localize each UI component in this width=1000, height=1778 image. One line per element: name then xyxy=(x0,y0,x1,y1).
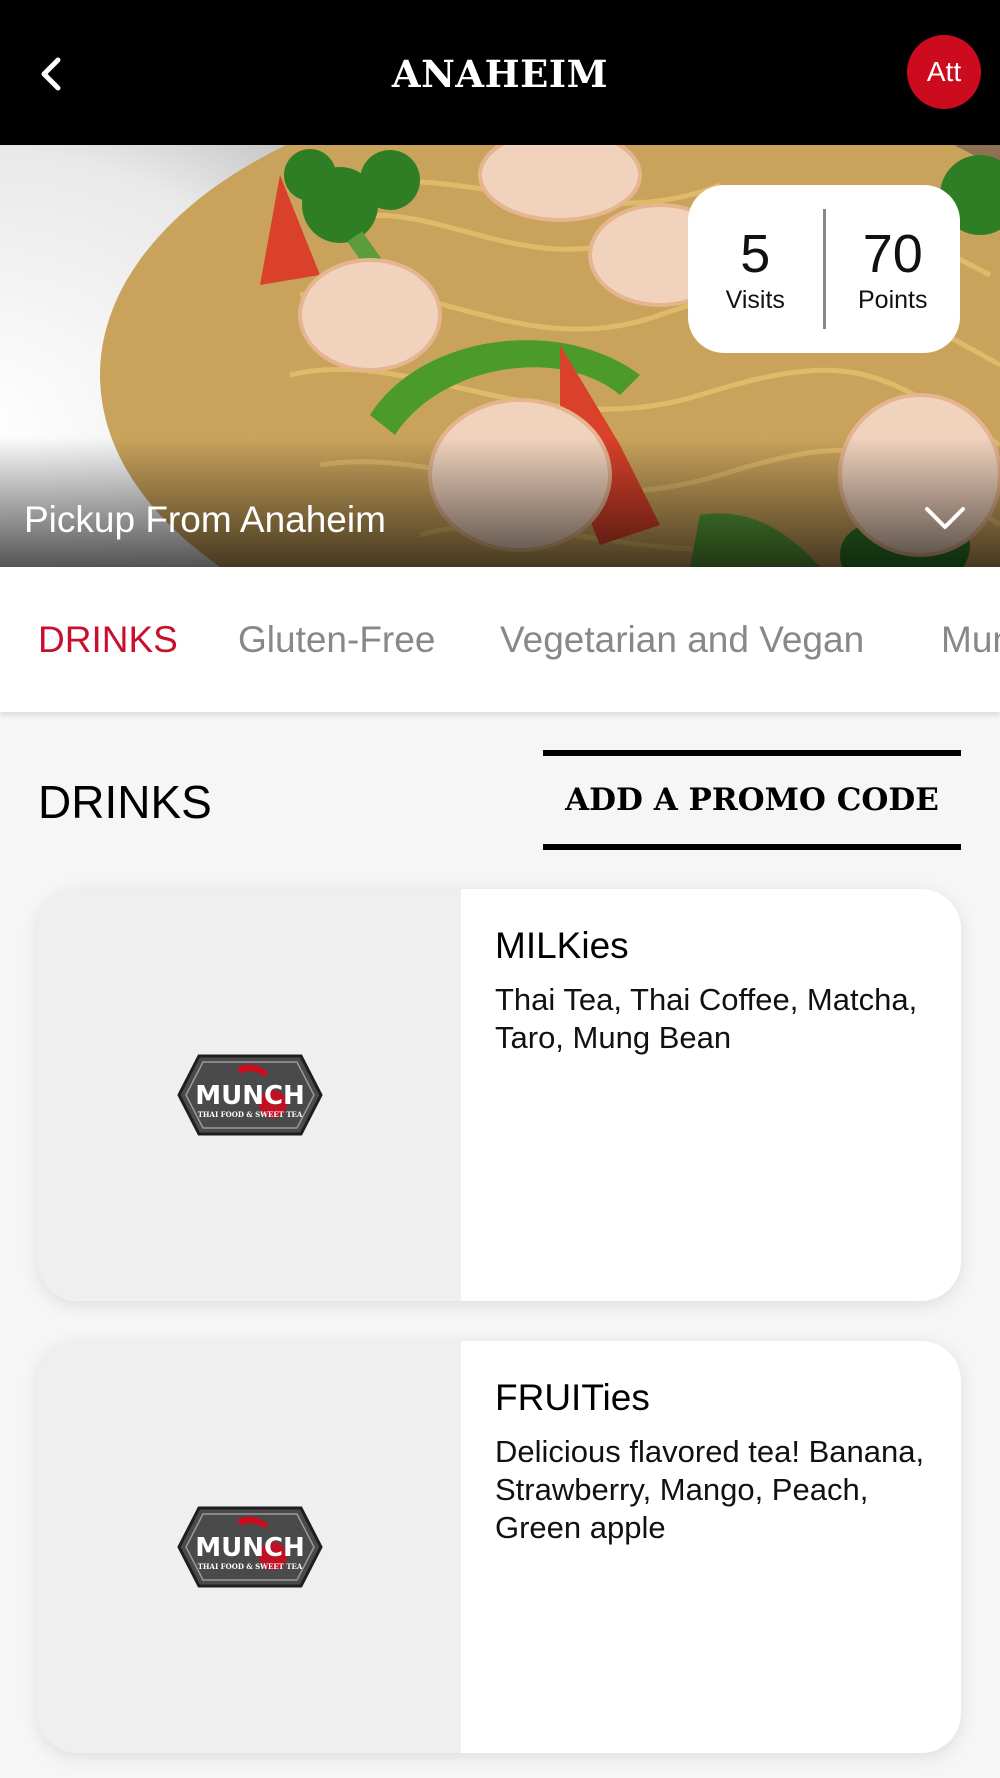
item-details: MILKies Thai Tea, Thai Coffee, Matcha, T… xyxy=(495,925,931,1057)
item-title: FRUITies xyxy=(495,1377,650,1418)
pickup-label: Pickup From Anaheim xyxy=(24,499,386,540)
pickup-location-selector[interactable]: Pickup From Anaheim xyxy=(0,437,1000,567)
category-tabs: DRINKS Gluten-Free Vegetarian and Vegan … xyxy=(0,567,1000,712)
points-count: 70 xyxy=(862,223,923,284)
item-title: MILKies xyxy=(495,925,629,966)
tab-gluten-free[interactable]: Gluten-Free xyxy=(238,619,435,661)
svg-text:THAI FOOD & SWEET TEA: THAI FOOD & SWEET TEA xyxy=(197,1562,302,1571)
munch-logo: MUNCH THAI FOOD & SWEET TEA xyxy=(176,1506,323,1588)
menu-item-card[interactable]: MUNCH THAI FOOD & SWEET TEA MILKies Thai… xyxy=(38,889,961,1301)
loyalty-stats-card: 5 Visits 70 Points xyxy=(688,185,960,353)
visits-stat: 5 Visits xyxy=(688,224,823,315)
item-image: MUNCH THAI FOOD & SWEET TEA xyxy=(38,889,461,1301)
svg-text:MUNCH: MUNCH xyxy=(195,1081,305,1111)
add-promo-code-button[interactable]: ADD A PROMO CODE xyxy=(543,750,961,850)
menu-item-card[interactable]: MUNCH THAI FOOD & SWEET TEA FRUITies Del… xyxy=(38,1341,961,1753)
chevron-down-icon xyxy=(925,507,965,529)
hero-banner: 5 Visits 70 Points Pickup From Anaheim xyxy=(0,145,1000,567)
svg-text:THAI FOOD & SWEET TEA: THAI FOOD & SWEET TEA xyxy=(197,1110,302,1119)
avatar[interactable]: Att xyxy=(907,35,981,109)
tab-drinks[interactable]: DRINKS xyxy=(38,619,178,661)
item-description: Thai Tea, Thai Coffee, Matcha, Taro, Mun… xyxy=(495,982,918,1055)
points-stat: 70 Points xyxy=(826,224,961,315)
item-details: FRUITies Delicious flavored tea! Banana,… xyxy=(495,1377,931,1547)
visits-count: 5 xyxy=(740,223,771,284)
item-description: Delicious flavored tea! Banana, Strawber… xyxy=(495,1434,925,1545)
section-title: DRINKS xyxy=(38,776,212,828)
munch-logo: MUNCH THAI FOOD & SWEET TEA xyxy=(176,1054,323,1136)
item-image: MUNCH THAI FOOD & SWEET TEA xyxy=(38,1341,461,1753)
svg-text:MUNCH: MUNCH xyxy=(195,1533,305,1563)
page-title: ANAHEIM xyxy=(391,52,609,96)
points-label: Points xyxy=(858,285,928,314)
tab-munch[interactable]: Munch xyxy=(941,619,1000,661)
visits-label: Visits xyxy=(725,285,785,314)
tab-vegetarian-and-vegan[interactable]: Vegetarian and Vegan xyxy=(500,619,864,661)
top-app-bar: ANAHEIM Att xyxy=(0,0,1000,145)
